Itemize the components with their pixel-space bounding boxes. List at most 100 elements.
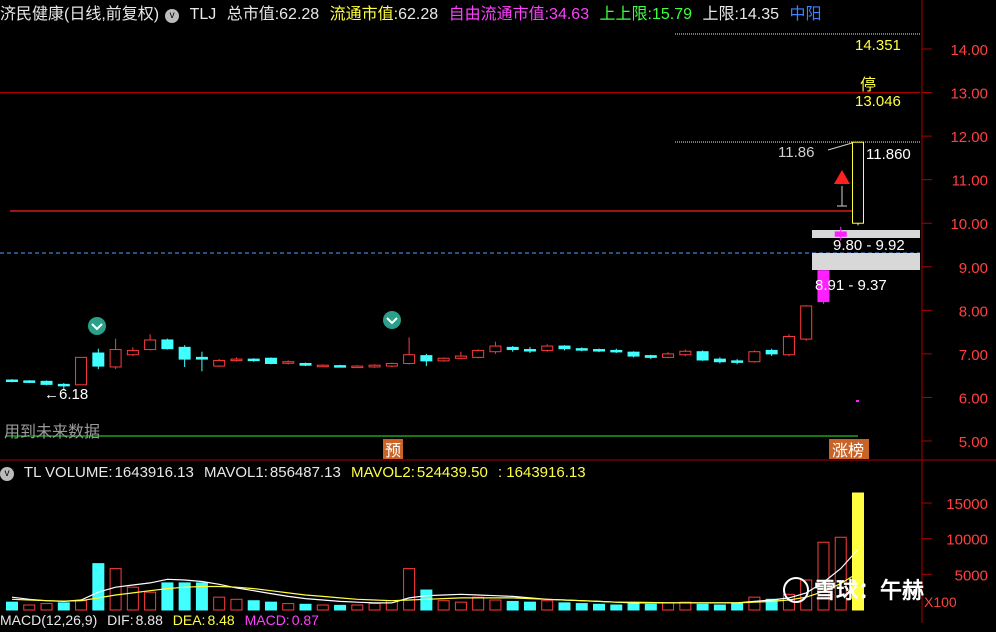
label-14351: 14.351 (855, 37, 901, 54)
main-header: 济民健康(日线,前复权) v TLJ 总市值:62.28 流通市值:62.28 自… (0, 3, 920, 27)
candle-body (230, 358, 243, 362)
marker-check-icon[interactable] (88, 317, 106, 335)
upper-limit-label: 上限: (702, 6, 739, 23)
candle-body (92, 352, 105, 367)
mavol2-label: MAVOL2: (350, 464, 415, 481)
price-tick-label: 13.00 (950, 86, 988, 103)
small-dot (856, 400, 859, 402)
label-low-value: 6.18 (59, 386, 88, 403)
candle-body (541, 345, 554, 351)
label-gap-lower: 8.91 - 9.37 (815, 277, 887, 294)
candle-body (75, 356, 88, 386)
volume-header: v TL VOLUME: 1643916.13 MAVOL1: 856487.13 … (0, 461, 920, 485)
dea-label: DEA: (172, 612, 206, 628)
mavol1-line (11, 548, 859, 604)
stock-chart[interactable]: 14.00 13.00 12.00 11.00 10.00 9.00 8.00 7.00 6.0… (0, 0, 996, 623)
free-float: 34.63 (549, 6, 590, 23)
marker-check-icon-2[interactable] (383, 311, 401, 329)
price-tick-label: 12.00 (950, 129, 988, 146)
macd-label: MACD: (244, 612, 290, 628)
candle-body (454, 355, 467, 359)
candle-body (644, 355, 657, 358)
float-mcap-label: 流通市值: (329, 6, 399, 23)
watermark: 雪球：午赫 (814, 578, 924, 603)
price-tick-label: 5.00 (959, 434, 988, 451)
label-low: ←6.18 (44, 386, 88, 403)
upper-limit2-label: 上上限: (599, 6, 652, 23)
candle-body (368, 364, 381, 368)
volume-name[interactable]: TL VOLUME: (24, 464, 113, 481)
candle-body (472, 349, 485, 358)
candle-body (610, 349, 623, 353)
label-stop: 停 (860, 76, 876, 94)
candle-body (713, 358, 726, 363)
candle-body (282, 361, 295, 364)
candle-body (593, 349, 606, 352)
candle-body (558, 345, 571, 350)
candle-body (6, 379, 18, 383)
candle-body (627, 351, 640, 357)
candle-body (351, 365, 364, 369)
future-data-note: 用到未来数据 (4, 423, 100, 441)
free-float-label: 自由流通市值: (448, 6, 550, 23)
mavol1-label: MAVOL1: (203, 464, 268, 481)
volume-axis: 15000 10000 5000 (922, 496, 988, 584)
candle-body (403, 354, 416, 364)
candle-body (144, 339, 157, 351)
dif-label: DIF: (107, 612, 134, 628)
candle-body (506, 346, 519, 351)
limit-up-tag: 涨榜 (832, 442, 864, 460)
volume-value: 1643916.13 (114, 464, 194, 481)
price-tick-label: 14.00 (950, 42, 988, 59)
volume-tick-label: 15000 (946, 496, 988, 513)
volume-tick-label: 5000 (955, 567, 988, 584)
candle-body (299, 362, 312, 366)
label-high-right: 11.860 (866, 146, 911, 163)
candle-body (834, 231, 847, 237)
volume-bar (92, 563, 105, 611)
candle-body (679, 350, 692, 356)
label-gap-upper: 9.80 - 9.92 (833, 237, 905, 254)
candle-body (161, 339, 174, 350)
macd-header: MACD(12,26,9) DIF: 8.88 DEA: 8.48 MACD: 0.8… (0, 608, 920, 632)
upper-limit2: 15.79 (652, 6, 693, 23)
candles (6, 141, 864, 390)
candle-body (420, 355, 433, 362)
candle-body (489, 345, 502, 353)
volume-bar (126, 586, 139, 611)
candle-body (852, 141, 864, 224)
stock-name[interactable]: 济民健康(日线,前复权) (0, 6, 159, 23)
candle-body (195, 356, 208, 360)
macd-name[interactable]: MACD(12,26,9) (0, 612, 97, 628)
volume-extra: : 1643916.13 (497, 464, 586, 481)
price-axis: 14.00 13.00 12.00 11.00 10.00 9.00 8.00 7.00 6.0… (922, 42, 988, 451)
price-tick-label: 11.00 (952, 173, 988, 190)
candle-body (731, 360, 744, 363)
price-tick-label: 10.00 (950, 216, 988, 233)
candle-body (523, 349, 536, 352)
candle-body (213, 359, 226, 367)
chevron-down-icon[interactable]: v (165, 9, 180, 23)
indicator-name[interactable]: TLJ (190, 6, 217, 23)
candle-body (385, 362, 398, 367)
mavol2-line (11, 572, 859, 604)
upper-limit: 14.35 (738, 6, 779, 23)
candle-body (662, 353, 675, 358)
volume-unit: X100 (924, 594, 957, 610)
candle-body (696, 351, 709, 361)
price-tick-label: 9.00 (959, 260, 988, 277)
mavol1-value: 856487.13 (269, 464, 341, 481)
candle-body (782, 335, 795, 356)
candle-body (800, 305, 813, 340)
label-13046: 13.046 (855, 93, 901, 110)
dif-value: 8.88 (135, 612, 163, 628)
candle-body (178, 346, 191, 360)
label-high-left: 11.86 (778, 144, 814, 161)
candle-body (126, 349, 139, 356)
candle-body (575, 348, 588, 351)
candle-body (316, 364, 329, 368)
candle-body (765, 349, 778, 355)
truncated-label: 中阳 (789, 6, 822, 23)
chevron-down-icon-2[interactable]: v (0, 467, 14, 481)
low-arrow: ← (44, 386, 59, 403)
